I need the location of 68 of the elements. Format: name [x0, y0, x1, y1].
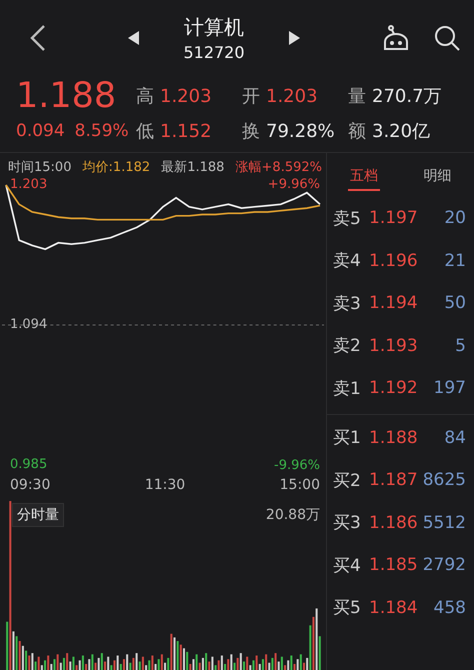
level-volume: 20 — [444, 208, 466, 228]
level-label: 买4 — [333, 554, 362, 577]
last-price: 1.188 — [16, 78, 118, 114]
back-icon[interactable] — [30, 24, 46, 52]
low-percent-label: -9.96% — [274, 458, 320, 473]
level-label: 买2 — [333, 470, 362, 492]
stock-code: 512720 — [183, 43, 245, 62]
level-price: 1.197 — [369, 208, 419, 228]
next-triangle-icon[interactable] — [288, 31, 300, 45]
level-label: 卖2 — [333, 335, 362, 358]
level-price: 1.196 — [369, 250, 419, 271]
level-volume: 5 — [455, 336, 466, 356]
y-axis-label: 1.094 — [10, 317, 48, 333]
price-change: 0.094 — [16, 121, 65, 141]
stat-value: 79.28% — [266, 121, 335, 142]
level-label: 卖1 — [333, 378, 362, 400]
level-price: 1.185 — [369, 555, 419, 576]
stat-label: 低 — [136, 120, 154, 143]
time-axis-label: 09:30 — [10, 477, 50, 493]
level-volume: 50 — [444, 293, 466, 314]
level-label: 卖4 — [333, 250, 362, 272]
stat-label: 开 — [242, 85, 260, 108]
level-label: 卖3 — [333, 292, 362, 315]
level-volume: 8625 — [422, 470, 466, 490]
latest-price: 最新1.188 — [161, 159, 224, 176]
stat-value: 270.7万 — [372, 85, 442, 108]
level-price: 1.193 — [369, 336, 419, 356]
volume-label: 分时量 — [12, 503, 64, 527]
average-price: 均价:1.182 — [82, 159, 150, 176]
stat-value: 1.152 — [160, 121, 212, 142]
level-price: 1.187 — [369, 470, 419, 490]
level-volume: 21 — [444, 250, 466, 271]
y-axis-label: 1.203 — [10, 177, 48, 193]
level-volume: 197 — [434, 378, 466, 398]
level-volume: 458 — [434, 598, 466, 618]
level-volume: 5512 — [422, 512, 466, 533]
level-price: 1.188 — [369, 428, 419, 448]
level-price: 1.192 — [369, 378, 419, 398]
y-axis-label: 0.985 — [10, 457, 48, 473]
level-label: 买1 — [333, 427, 362, 450]
stat-label: 量 — [348, 85, 366, 108]
time-axis-label: 11:30 — [144, 477, 186, 493]
level-label: 买5 — [333, 597, 362, 620]
order-book-tab[interactable]: 五档 — [348, 163, 380, 191]
level-label: 买3 — [333, 512, 362, 534]
level-price: 1.194 — [369, 293, 419, 314]
stat-value: 3.20亿 — [372, 120, 430, 143]
stat-label: 换 — [242, 120, 260, 143]
level-volume: 84 — [444, 428, 466, 448]
stat-value: 1.203 — [266, 86, 318, 107]
search-icon[interactable] — [434, 25, 460, 51]
level-volume: 2792 — [422, 555, 466, 576]
level-price: 1.186 — [369, 512, 419, 533]
time-axis-label: 15:00 — [280, 477, 320, 493]
robot-icon[interactable] — [382, 25, 410, 51]
change-percent: 8.59% — [74, 121, 129, 141]
stat-label: 高 — [136, 85, 154, 108]
stat-value: 1.203 — [160, 86, 212, 107]
order-book-tab[interactable]: 明细 — [421, 163, 454, 191]
previous-triangle-icon[interactable] — [128, 31, 140, 45]
stock-name: 计算机 — [184, 14, 244, 41]
stat-label: 额 — [348, 120, 366, 143]
level-price: 1.184 — [369, 598, 419, 618]
rise-percent: 涨幅+8.592% — [236, 159, 322, 176]
level-label: 卖5 — [333, 208, 362, 230]
high-percent-label: +9.96% — [268, 177, 320, 192]
volume-max: 20.88万 — [266, 506, 320, 524]
time-label: 时间15:00 — [8, 159, 72, 176]
